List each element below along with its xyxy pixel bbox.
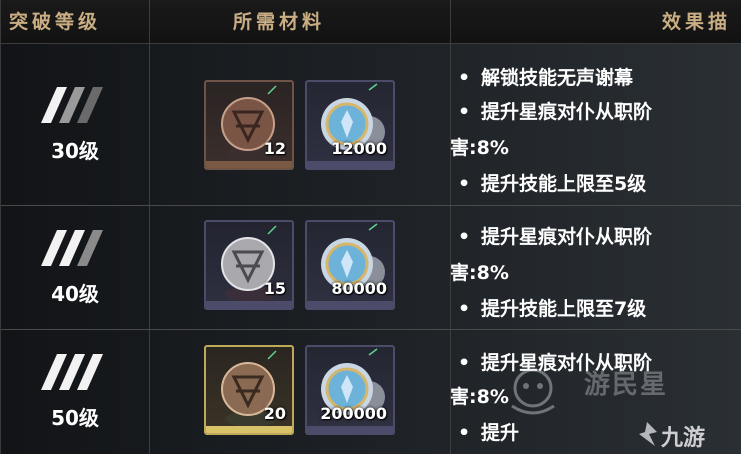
- effect-line: 害:8%: [450, 262, 509, 284]
- table-header: 突破等级 所需材料 效果描: [1, 0, 741, 44]
- effect-line: 害:8%: [450, 137, 509, 159]
- breakthrough-table: 突破等级 所需材料 效果描 30级 12 12000 • 解锁技能无声谢幕 • …: [0, 0, 741, 454]
- level-label: 30级: [51, 139, 99, 163]
- item-count: 12000: [331, 139, 387, 158]
- item-count: 80000: [331, 279, 387, 298]
- item-count: 15: [263, 279, 286, 298]
- effects-cell: • 解锁技能无声谢幕 • 提升星痕对仆从职阶 害:8% • 提升技能上限至5级: [450, 45, 741, 205]
- effect-line: • 提升技能上限至5级: [458, 173, 647, 195]
- effect-line: 害:8%: [450, 386, 509, 408]
- tier-slash-icon: [41, 230, 103, 266]
- effect-line: • 解锁技能无声谢幕: [458, 67, 634, 89]
- level-label: 50级: [51, 406, 99, 430]
- table-row: 50级 20 200000 • 提升星痕对仆从职阶 害:8% • 提升: [1, 330, 741, 454]
- rarity-bar: [307, 161, 393, 168]
- material-slot[interactable]: 20: [204, 345, 294, 435]
- material-slot[interactable]: 15: [204, 220, 294, 310]
- level-label: 40级: [51, 282, 99, 306]
- item-count: 200000: [320, 404, 387, 423]
- rarity-bar: [307, 426, 393, 433]
- tier-slash-icon: [41, 354, 103, 390]
- effect-line: • 提升星痕对仆从职阶: [458, 101, 653, 123]
- rarity-bar: [206, 426, 292, 433]
- material-slot[interactable]: 12000: [305, 80, 395, 170]
- header-effects: 效果描: [662, 11, 732, 33]
- rarity-bar: [307, 301, 393, 308]
- effect-line: • 提升星痕对仆从职阶: [458, 226, 653, 248]
- item-count: 20: [263, 404, 286, 423]
- header-materials: 所需材料: [233, 11, 326, 33]
- rarity-bar: [206, 301, 292, 308]
- effect-line: • 提升星痕对仆从职阶: [458, 352, 653, 374]
- table-row: 40级 15 80000 • 提升星痕对仆从职阶 害:8% • 提升技能上限至7…: [1, 206, 741, 329]
- material-slot[interactable]: 80000: [305, 220, 395, 310]
- effect-line: • 提升: [458, 422, 520, 444]
- tier-slash-icon: [41, 87, 103, 123]
- item-count: 12: [263, 139, 286, 158]
- material-slot[interactable]: 200000: [305, 345, 395, 435]
- effects-cell: • 提升星痕对仆从职阶 害:8% • 提升: [450, 330, 741, 454]
- table-row: 30级 12 12000 • 解锁技能无声谢幕 • 提升星痕对仆从职阶 害:8%…: [1, 45, 741, 205]
- effects-cell: • 提升星痕对仆从职阶 害:8% • 提升技能上限至7级: [450, 206, 741, 329]
- header-level: 突破等级: [9, 11, 102, 33]
- effect-line: • 提升技能上限至7级: [458, 298, 647, 320]
- rarity-bar: [206, 161, 292, 168]
- material-slot[interactable]: 12: [204, 80, 294, 170]
